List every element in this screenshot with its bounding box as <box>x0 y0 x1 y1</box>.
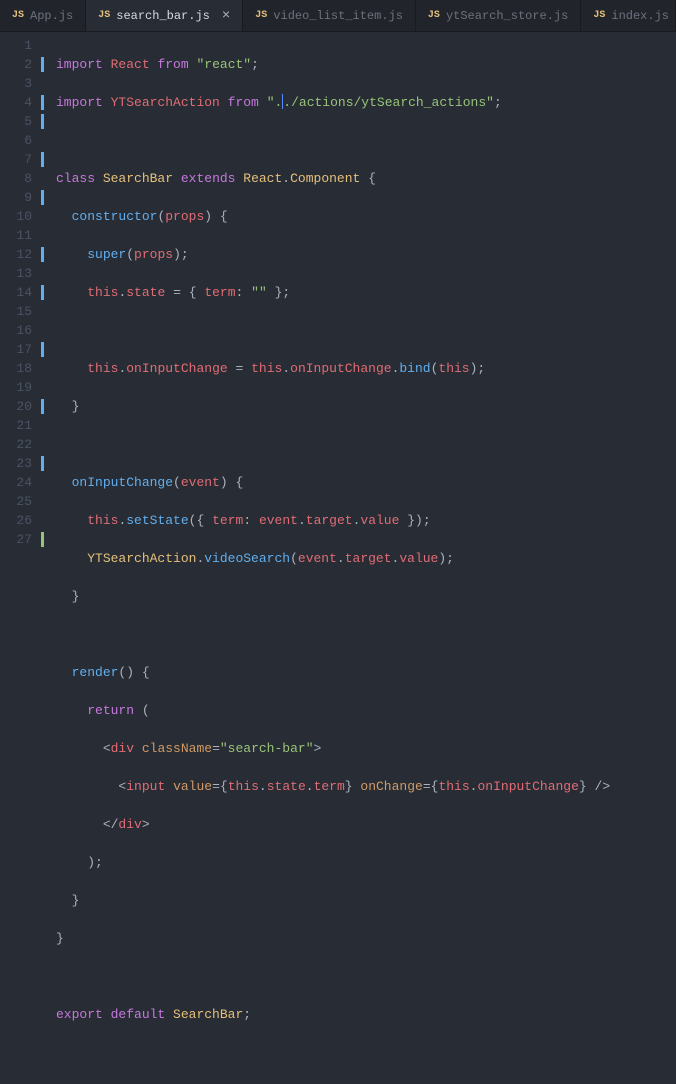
tab-label: index.js <box>611 9 669 23</box>
tab-bar: JS App.js JS search_bar.js × JS video_li… <box>0 0 676 32</box>
line-number: 18 <box>0 359 46 378</box>
editor[interactable]: 1 2 3 4 5 6 7 8 9 10 11 12 13 14 15 16 1… <box>0 32 676 542</box>
close-icon[interactable]: × <box>222 8 230 24</box>
line-number: 3 <box>0 74 46 93</box>
code-line: return ( <box>56 701 676 720</box>
code-line: ); <box>56 853 676 872</box>
text-cursor <box>282 94 283 109</box>
line-number: 5 <box>0 112 46 131</box>
tab-index[interactable]: JS index.js <box>581 0 676 31</box>
line-number: 8 <box>0 169 46 188</box>
code-line <box>56 967 676 986</box>
js-icon: JS <box>255 10 267 21</box>
code-line <box>56 321 676 340</box>
line-number: 22 <box>0 435 46 454</box>
line-number: 17 <box>0 340 46 359</box>
tab-label: App.js <box>30 9 73 23</box>
line-number: 27 <box>0 530 46 549</box>
line-number: 10 <box>0 207 46 226</box>
code-line: <div className="search-bar"> <box>56 739 676 758</box>
code-line: } <box>56 891 676 910</box>
line-number: 21 <box>0 416 46 435</box>
tab-search-bar[interactable]: JS search_bar.js × <box>86 0 243 31</box>
line-number: 4 <box>0 93 46 112</box>
code-line: constructor(props) { <box>56 207 676 226</box>
line-number: 26 <box>0 511 46 530</box>
tab-label: search_bar.js <box>116 9 210 23</box>
code-line <box>56 1043 676 1062</box>
code-line: onInputChange(event) { <box>56 473 676 492</box>
js-icon: JS <box>428 10 440 21</box>
line-number: 13 <box>0 264 46 283</box>
code-area[interactable]: import React from "react"; import YTSear… <box>46 32 676 542</box>
line-number: 15 <box>0 302 46 321</box>
code-line: this.setState({ term: event.target.value… <box>56 511 676 530</box>
code-line <box>56 435 676 454</box>
gutter: 1 2 3 4 5 6 7 8 9 10 11 12 13 14 15 16 1… <box>0 32 46 542</box>
line-number: 11 <box>0 226 46 245</box>
code-line: this.state = { term: "" }; <box>56 283 676 302</box>
tab-ytsearch-store[interactable]: JS ytSearch_store.js <box>416 0 581 31</box>
line-number: 6 <box>0 131 46 150</box>
js-icon: JS <box>593 10 605 21</box>
code-line: this.onInputChange = this.onInputChange.… <box>56 359 676 378</box>
line-number: 16 <box>0 321 46 340</box>
code-line: } <box>56 587 676 606</box>
code-line: export default SearchBar; <box>56 1005 676 1024</box>
tab-video-list-item[interactable]: JS video_list_item.js <box>243 0 416 31</box>
code-line: YTSearchAction.videoSearch(event.target.… <box>56 549 676 568</box>
line-number: 7 <box>0 150 46 169</box>
line-number: 23 <box>0 454 46 473</box>
line-number: 19 <box>0 378 46 397</box>
tab-label: ytSearch_store.js <box>446 9 568 23</box>
code-line: } <box>56 397 676 416</box>
line-number: 24 <box>0 473 46 492</box>
line-number: 9 <box>0 188 46 207</box>
line-number: 25 <box>0 492 46 511</box>
code-line: import YTSearchAction from "../actions/y… <box>56 93 676 112</box>
tab-app[interactable]: JS App.js <box>0 0 86 31</box>
tab-label: video_list_item.js <box>273 9 403 23</box>
code-line <box>56 625 676 644</box>
js-icon: JS <box>12 10 24 21</box>
line-number: 20 <box>0 397 46 416</box>
code-line <box>56 131 676 150</box>
code-line: import React from "react"; <box>56 55 676 74</box>
code-line: } <box>56 929 676 948</box>
code-line: super(props); <box>56 245 676 264</box>
code-line: render() { <box>56 663 676 682</box>
js-icon: JS <box>98 10 110 21</box>
line-number: 14 <box>0 283 46 302</box>
code-line: <input value={this.state.term} onChange=… <box>56 777 676 796</box>
line-number: 2 <box>0 55 46 74</box>
line-number: 12 <box>0 245 46 264</box>
code-line: class SearchBar extends React.Component … <box>56 169 676 188</box>
line-number: 1 <box>0 36 46 55</box>
code-line: </div> <box>56 815 676 834</box>
